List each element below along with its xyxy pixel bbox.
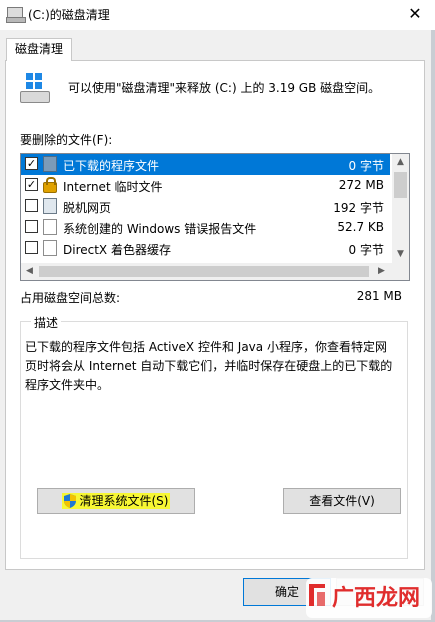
tab-disk-cleanup[interactable]: 磁盘清理 — [6, 38, 72, 61]
description-group: 描述 已下载的程序文件包括 ActiveX 控件和 Java 小程序，你查看特定… — [20, 314, 408, 559]
download-folder-icon — [43, 156, 57, 172]
list-item[interactable]: 系统创建的 Windows 错误报告文件 52.7 KB — [21, 217, 390, 238]
file-name: Internet 临时文件 — [63, 180, 163, 194]
uac-shield-icon — [63, 494, 76, 508]
description-legend: 描述 — [31, 314, 62, 331]
total-space-value: 281 MB — [356, 289, 402, 303]
file-size: 0 字节 — [348, 159, 384, 173]
checkbox[interactable] — [25, 241, 38, 254]
file-size: 192 字节 — [333, 201, 384, 215]
scroll-down-icon[interactable]: ▼ — [392, 246, 409, 263]
list-item[interactable]: ✓ Internet 临时文件 272 MB — [21, 175, 390, 196]
title-bar: (C:)的磁盘清理 ✕ — [0, 0, 435, 30]
scroll-left-icon[interactable]: ◀ — [21, 263, 38, 280]
watermark-logo-icon — [309, 584, 325, 606]
clean-system-files-button[interactable]: 清理系统文件(S) — [37, 488, 195, 514]
scroll-thumb[interactable] — [39, 266, 369, 277]
site-watermark: 广西龙网 — [306, 578, 432, 618]
lock-icon — [43, 177, 57, 193]
total-space-label: 占用磁盘空间总数: — [20, 291, 121, 305]
description-text: 已下载的程序文件包括 ActiveX 控件和 Java 小程序，你查看特定网页时… — [25, 340, 393, 392]
disk-cleanup-icon — [6, 7, 26, 23]
dialog-body: 磁盘清理 可以使用"磁盘清理"来释放 (C:) 上的 3.19 GB 磁盘空间。… — [0, 30, 435, 622]
close-button[interactable]: ✕ — [395, 0, 435, 30]
view-files-button[interactable]: 查看文件(V) — [283, 488, 401, 514]
document-icon — [43, 240, 57, 256]
files-to-delete-label: 要删除的文件(F): — [20, 133, 113, 147]
list-item[interactable]: 脱机网页 192 字节 — [21, 196, 390, 217]
checkbox[interactable]: ✓ — [25, 157, 38, 170]
window-title: (C:)的磁盘清理 — [28, 8, 110, 22]
checkbox[interactable]: ✓ — [25, 178, 38, 191]
summary-text: 可以使用"磁盘清理"来释放 (C:) 上的 3.19 GB 磁盘空间。 — [68, 81, 381, 95]
vertical-scrollbar[interactable]: ▲ ▼ — [392, 154, 409, 263]
list-item[interactable]: DirectX 着色器缓存 0 字节 — [21, 238, 390, 259]
webpage-icon — [43, 198, 57, 214]
highlight-mark: 清理系统文件(S) — [61, 493, 171, 509]
file-size: 0 字节 — [348, 243, 384, 257]
scroll-right-icon[interactable]: ▶ — [373, 263, 390, 280]
scroll-up-icon[interactable]: ▲ — [392, 154, 409, 171]
tab-panel: 可以使用"磁盘清理"来释放 (C:) 上的 3.19 GB 磁盘空间。 要删除的… — [5, 60, 425, 570]
file-name: 已下载的程序文件 — [63, 159, 160, 173]
files-listbox[interactable]: ✓ 已下载的程序文件 0 字节 ✓ Internet 临时文件 272 MB 脱… — [20, 153, 410, 281]
horizontal-scrollbar[interactable]: ◀ ▶ — [21, 263, 409, 280]
clean-system-files-label: 清理系统文件(S) — [79, 494, 169, 508]
file-size: 272 MB — [338, 178, 384, 192]
checkbox[interactable] — [25, 220, 38, 233]
window-edge — [431, 30, 435, 622]
file-size: 52.7 KB — [337, 220, 384, 234]
file-name: DirectX 着色器缓存 — [63, 243, 171, 257]
checkbox[interactable] — [25, 199, 38, 212]
watermark-text: 广西龙网 — [332, 585, 421, 611]
file-name: 系统创建的 Windows 错误报告文件 — [63, 222, 257, 236]
document-icon — [43, 219, 57, 235]
drive-cleanup-icon — [20, 73, 52, 105]
file-name: 脱机网页 — [63, 201, 112, 215]
scroll-thumb[interactable] — [394, 172, 407, 198]
list-item[interactable]: ✓ 已下载的程序文件 0 字节 — [21, 154, 390, 175]
